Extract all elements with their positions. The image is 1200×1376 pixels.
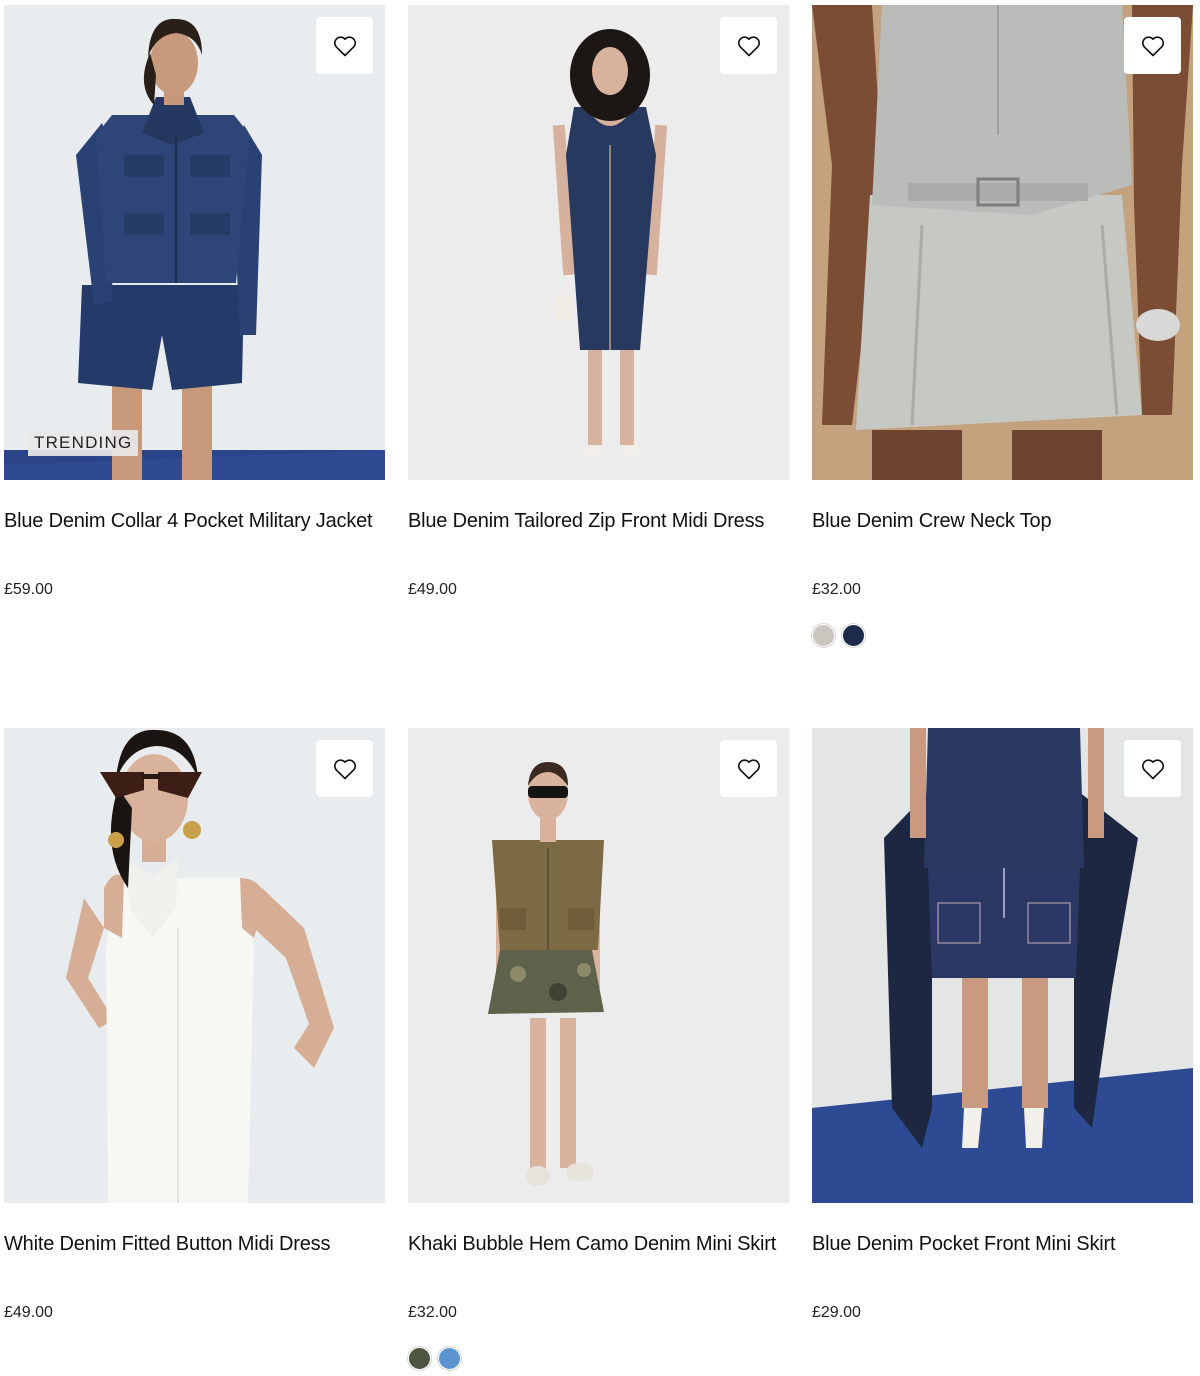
color-swatch[interactable]	[408, 1347, 431, 1370]
product-title[interactable]: Blue Denim Crew Neck Top	[812, 507, 1193, 563]
product-image[interactable]	[812, 5, 1193, 480]
product-price: £59.00	[4, 581, 53, 598]
wishlist-button[interactable]	[1124, 17, 1181, 74]
wishlist-button[interactable]	[1124, 740, 1181, 797]
product-card[interactable]: Khaki Bubble Hem Camo Denim Mini Skirt £…	[408, 728, 789, 1374]
product-image[interactable]	[408, 728, 789, 1203]
product-price: £49.00	[408, 581, 457, 598]
heart-outline-icon	[737, 35, 760, 56]
product-card[interactable]: TRENDING Blue Denim Collar 4 Pocket Mili…	[4, 5, 385, 728]
product-card[interactable]: Blue Denim Crew Neck Top £32.00	[812, 5, 1193, 728]
product-card[interactable]: Blue Denim Tailored Zip Front Midi Dress…	[408, 5, 789, 728]
wishlist-button[interactable]	[720, 740, 777, 797]
color-swatches	[812, 624, 1193, 647]
color-swatch[interactable]	[842, 624, 865, 647]
wishlist-button[interactable]	[316, 740, 373, 797]
product-image[interactable]: TRENDING	[4, 5, 385, 480]
product-grid: TRENDING Blue Denim Collar 4 Pocket Mili…	[4, 5, 1193, 1374]
product-title[interactable]: Blue Denim Pocket Front Mini Skirt	[812, 1230, 1193, 1286]
color-swatch[interactable]	[438, 1347, 461, 1370]
product-title[interactable]: Khaki Bubble Hem Camo Denim Mini Skirt	[408, 1230, 789, 1286]
product-title[interactable]: Blue Denim Collar 4 Pocket Military Jack…	[4, 507, 385, 563]
wishlist-button[interactable]	[316, 17, 373, 74]
product-price: £32.00	[812, 581, 861, 598]
product-card[interactable]: Blue Denim Pocket Front Mini Skirt £29.0…	[812, 728, 1193, 1374]
color-swatches	[408, 1347, 789, 1370]
color-swatch[interactable]	[812, 624, 835, 647]
product-price: £29.00	[812, 1304, 861, 1321]
heart-outline-icon	[333, 758, 356, 779]
heart-outline-icon	[333, 35, 356, 56]
product-price: £32.00	[408, 1304, 457, 1321]
product-title[interactable]: White Denim Fitted Button Midi Dress	[4, 1230, 385, 1286]
product-image[interactable]	[812, 728, 1193, 1203]
heart-outline-icon	[737, 758, 760, 779]
heart-outline-icon	[1141, 35, 1164, 56]
trending-badge: TRENDING	[28, 430, 139, 456]
product-card[interactable]: White Denim Fitted Button Midi Dress £49…	[4, 728, 385, 1374]
product-title[interactable]: Blue Denim Tailored Zip Front Midi Dress	[408, 507, 789, 563]
product-image[interactable]	[408, 5, 789, 480]
product-price: £49.00	[4, 1304, 53, 1321]
product-image[interactable]	[4, 728, 385, 1203]
wishlist-button[interactable]	[720, 17, 777, 74]
heart-outline-icon	[1141, 758, 1164, 779]
